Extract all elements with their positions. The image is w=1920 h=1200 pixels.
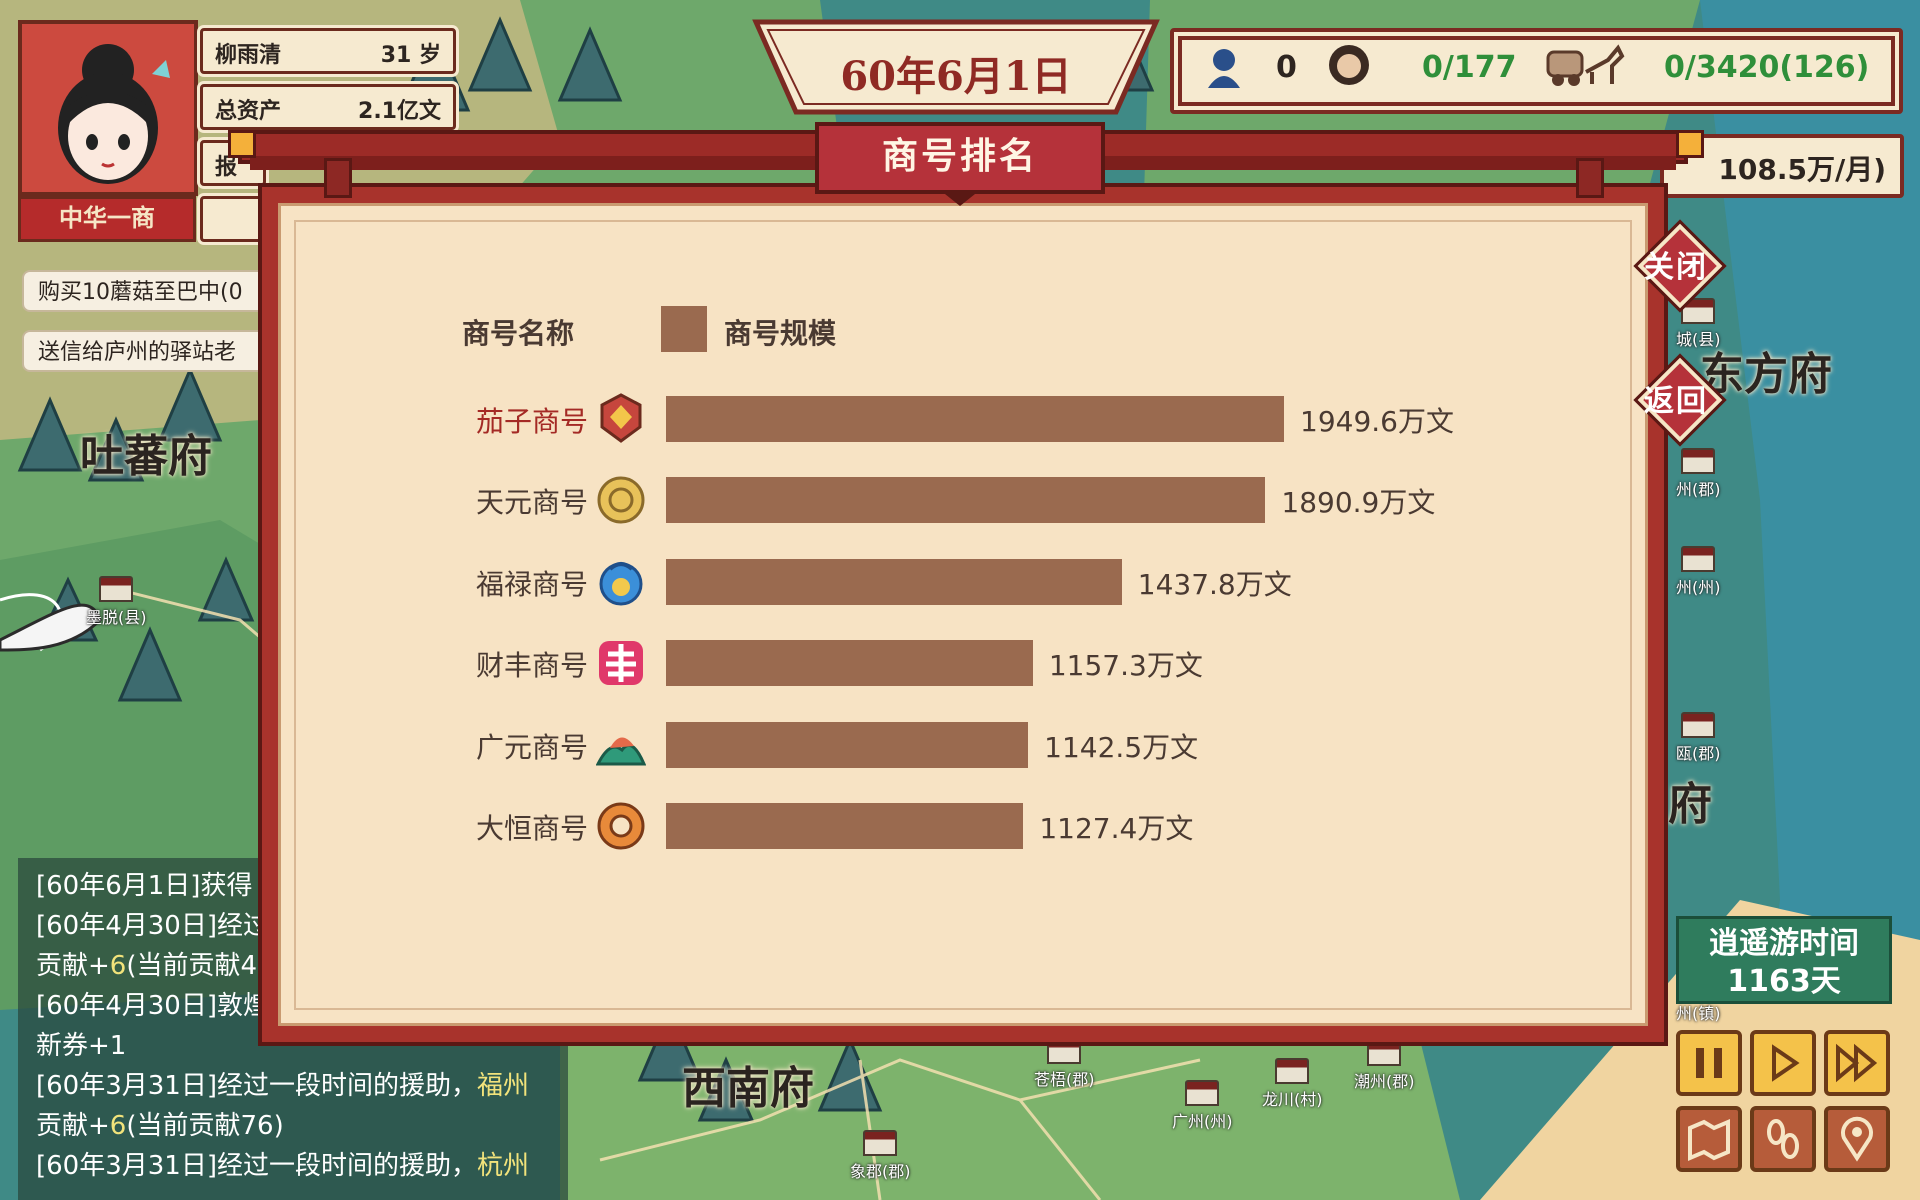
footsteps-icon <box>1767 1119 1799 1159</box>
ranking-value-label: 1949.6万文 <box>1300 405 1454 438</box>
city-longchuan[interactable]: 龙川(村) <box>1262 1058 1323 1110</box>
resource-bar: 0 0/177 0/3420(126) <box>1170 28 1903 114</box>
close-button[interactable]: 关闭 <box>1633 219 1727 313</box>
player-age: 31 岁 <box>380 43 441 68</box>
city-xiangjun[interactable]: 象郡(郡) <box>850 1130 911 1182</box>
footsteps-button[interactable] <box>1750 1106 1816 1172</box>
log-line: [60年3月31日]经过一段时间的援助，杭州 <box>36 1151 530 1181</box>
ranking-value-label: 1437.8万文 <box>1137 567 1292 601</box>
beam-ornament <box>228 130 256 158</box>
legend-swatch <box>661 306 707 352</box>
guangyuan-emblem-icon <box>596 737 646 766</box>
beam-ornament <box>1676 130 1704 158</box>
play-icon <box>1772 1044 1800 1082</box>
legend-label: 商号规模 <box>724 317 837 350</box>
title-tassel-icon <box>940 190 980 206</box>
log-line: [60年3月31日]经过一段时间的援助，福州 <box>36 1071 530 1101</box>
pause-icon <box>1696 1048 1722 1078</box>
location-pin-icon <box>1841 1116 1873 1162</box>
company-name: 财丰商号 <box>475 649 588 683</box>
travel-time-panel: 逍遥游时间 1163天 <box>1676 916 1892 1004</box>
travel-time-label: 逍遥游时间 <box>1709 926 1859 961</box>
map-button[interactable] <box>1676 1106 1742 1172</box>
pause-button[interactable] <box>1676 1030 1742 1096</box>
assets-value: 2.1亿文 <box>358 99 441 124</box>
caravan-icon <box>1546 44 1625 86</box>
play-button[interactable] <box>1750 1030 1816 1096</box>
qiezi-emblem-icon <box>600 393 642 443</box>
player-assets-row: 总资产 2.1亿文 <box>200 84 456 130</box>
company-name: 福禄商号 <box>475 567 588 601</box>
avatar <box>22 24 194 192</box>
city-right-1[interactable]: 城(县) <box>1676 298 1721 350</box>
location-button[interactable] <box>1824 1106 1890 1172</box>
city-right-4[interactable]: 瓯(郡) <box>1676 712 1721 764</box>
assets-label: 总资产 <box>215 99 282 124</box>
beam-post <box>324 158 352 198</box>
city-right-2[interactable]: 州(郡) <box>1676 448 1721 500</box>
company-name: 天元商号 <box>475 486 588 520</box>
city-guangzhou[interactable]: 广州(州) <box>1172 1080 1233 1132</box>
ranking-bar <box>666 721 1029 768</box>
city-modu[interactable]: 墨脱(县) <box>86 576 147 628</box>
stat-guards: 0/177 <box>1422 50 1517 85</box>
company-name: 广元商号 <box>475 730 588 764</box>
player-name: 柳雨清 <box>215 43 282 68</box>
fast-forward-icon <box>1836 1043 1878 1083</box>
company-name: 茄子商号 <box>475 405 588 438</box>
ranking-value-label: 1157.3万文 <box>1048 649 1203 683</box>
fast-forward-button[interactable] <box>1824 1030 1890 1096</box>
ranking-bar <box>666 803 1024 849</box>
ranking-value-label: 1142.5万文 <box>1044 730 1199 764</box>
guard-icon <box>1329 45 1369 85</box>
player-portrait[interactable] <box>18 20 198 196</box>
column-header-name: 商号名称 <box>462 317 575 350</box>
beam-post <box>1576 158 1604 198</box>
ranking-bar <box>666 396 1284 442</box>
travel-time-days: 1163天 <box>1727 964 1841 999</box>
current-date: 60年6月1日 <box>840 53 1072 100</box>
daheng-emblem-icon <box>597 802 645 850</box>
folded-map-icon <box>1688 1118 1730 1162</box>
map-region-east-2: 府 <box>1668 779 1712 830</box>
map-region-xinan: 西南府 <box>682 1063 814 1114</box>
company-name: 大恒商号 <box>475 812 588 845</box>
ranking-value-label: 1890.9万文 <box>1281 486 1436 520</box>
player-name-row: 柳雨清 31 岁 <box>200 28 456 74</box>
ranking-bar <box>666 477 1266 524</box>
tianyuan-emblem-icon <box>597 476 645 524</box>
player-extra-row-2 <box>200 196 266 242</box>
caifeng-emblem-icon <box>599 641 643 685</box>
back-button[interactable]: 返回 <box>1633 353 1727 447</box>
worker-icon <box>1208 49 1240 88</box>
date-panel: 60年6月1日 <box>752 18 1160 116</box>
fulu-emblem-icon <box>599 562 643 606</box>
modal-title: 商号排名 <box>815 122 1105 194</box>
map-region-tubo: 吐蕃府 <box>80 431 212 482</box>
log-line: 贡献+6(当前贡献76) <box>36 1111 284 1141</box>
stat-workers: 0 <box>1276 50 1297 85</box>
city-chaozhou[interactable]: 潮州(郡) <box>1354 1040 1415 1092</box>
ranking-value-label: 1127.4万文 <box>1039 812 1194 845</box>
city-right-3[interactable]: 州(州) <box>1676 546 1721 598</box>
player-title-badge: 中华一商 <box>18 196 196 242</box>
ranking-bar <box>666 558 1122 605</box>
ranking-bar <box>666 640 1033 687</box>
stat-cargo: 0/3420(126) <box>1664 50 1870 85</box>
